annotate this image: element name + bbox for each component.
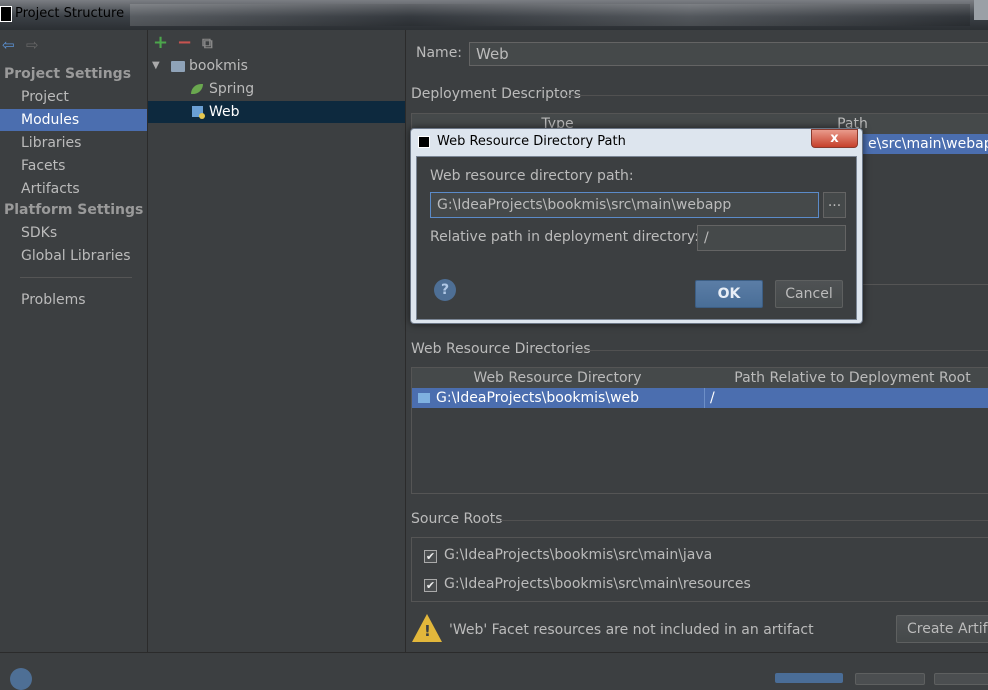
remove-icon[interactable]: − <box>177 32 192 53</box>
help-icon[interactable]: ? <box>434 279 456 301</box>
name-label: Name: <box>416 45 463 61</box>
source-roots-list: ✔ G:\IdeaProjects\bookmis\src\main\java … <box>411 537 988 602</box>
create-artifact-button[interactable]: Create Artifa <box>896 615 988 643</box>
window-title-bar: Project Structure <box>0 0 988 30</box>
intellij-app-icon <box>418 136 430 148</box>
source-root-checkbox[interactable]: ✔ <box>424 550 437 563</box>
path-label: Web resource directory path: <box>430 168 634 184</box>
cancel-button[interactable] <box>855 673 925 685</box>
group-divider <box>576 350 988 351</box>
tree-label-web: Web <box>209 104 240 120</box>
dialog-body: Web resource directory path: G:\IdeaProj… <box>416 156 857 320</box>
forward-arrow-icon[interactable]: ⇨ <box>26 36 39 54</box>
group-divider <box>566 95 988 96</box>
module-tree-panel: + − ⧉ ▼ bookmis Spring Web <box>148 30 406 652</box>
web-resource-path-dialog: Web Resource Directory Path x Web resour… <box>410 128 863 324</box>
web-resource-directories-title: Web Resource Directories <box>411 341 591 357</box>
group-divider <box>501 520 988 521</box>
folder-icon <box>418 393 430 403</box>
blurred-background <box>130 4 970 26</box>
column-header-web-resource-directory[interactable]: Web Resource Directory <box>412 368 704 388</box>
copy-icon[interactable]: ⧉ <box>202 34 213 52</box>
section-project-settings: Project Settings <box>4 66 132 82</box>
web-module-badge <box>199 113 205 119</box>
source-root-checkbox[interactable]: ✔ <box>424 579 437 592</box>
back-arrow-icon[interactable]: ⇦ <box>2 36 15 54</box>
sidebar-item-libraries[interactable]: Libraries <box>0 132 147 154</box>
dialog-bottom-bar <box>0 652 988 690</box>
window-title: Project Structure <box>15 6 125 21</box>
sidebar-item-sdks[interactable]: SDKs <box>0 222 147 244</box>
sidebar-item-modules[interactable]: Modules <box>0 109 147 131</box>
browse-button[interactable]: ... <box>823 192 846 218</box>
warning-icon-mark: ! <box>424 622 431 640</box>
tree-label-bookmis: bookmis <box>189 58 248 74</box>
sidebar-item-artifacts[interactable]: Artifacts <box>0 178 147 200</box>
relative-path-input[interactable]: / <box>697 225 846 251</box>
source-root-java: G:\IdeaProjects\bookmis\src\main\java <box>444 547 713 563</box>
sidebar-item-project[interactable]: Project <box>0 86 147 108</box>
warning-message: 'Web' Facet resources are not included i… <box>449 622 814 638</box>
section-platform-settings: Platform Settings <box>4 202 144 218</box>
web-resource-path-input[interactable]: G:\IdeaProjects\bookmis\src\main\webapp <box>430 192 819 218</box>
ok-button[interactable]: OK <box>695 280 763 308</box>
sidebar-divider <box>20 277 132 278</box>
table-row[interactable]: G:\IdeaProjects\bookmis\web / <box>412 388 988 408</box>
ok-button[interactable] <box>775 673 843 683</box>
web-resource-directories-table: Web Resource Directory Path Relative to … <box>411 367 988 494</box>
dialog-title: Web Resource Directory Path <box>437 134 626 149</box>
spring-leaf-icon <box>191 84 203 94</box>
source-roots-title: Source Roots <box>411 511 503 527</box>
relative-path-label: Relative path in deployment directory: <box>430 229 699 245</box>
sidebar-item-global-libraries[interactable]: Global Libraries <box>0 245 147 267</box>
settings-sidebar: ⇦ ⇨ Project Settings Project Modules Lib… <box>0 30 148 652</box>
tree-label-spring: Spring <box>209 81 255 97</box>
add-icon[interactable]: + <box>153 32 168 53</box>
column-header-relative-path[interactable]: Path Relative to Deployment Root <box>703 368 988 388</box>
module-detail-panel: Name: Web Deployment Descriptors Type Pa… <box>406 30 988 652</box>
apply-button[interactable] <box>934 673 988 685</box>
folder-icon <box>171 61 185 72</box>
cell-divider <box>704 388 705 408</box>
source-root-resources: G:\IdeaProjects\bookmis\src\main\resourc… <box>444 576 751 592</box>
tree-node-bookmis[interactable]: ▼ bookmis <box>148 55 405 77</box>
web-resource-directory-cell: G:\IdeaProjects\bookmis\web <box>436 390 640 406</box>
tree-node-web[interactable]: Web <box>148 101 405 123</box>
close-button[interactable]: x <box>811 129 858 148</box>
expand-arrow-icon[interactable]: ▼ <box>152 55 160 77</box>
tree-node-spring[interactable]: Spring <box>148 78 405 100</box>
name-field[interactable]: Web <box>469 42 988 66</box>
sidebar-item-facets[interactable]: Facets <box>0 155 147 177</box>
relative-path-cell: / <box>710 390 715 406</box>
help-icon[interactable] <box>10 668 32 690</box>
intellij-app-icon <box>0 6 12 22</box>
window-corner <box>974 0 988 20</box>
deployment-descriptors-title: Deployment Descriptors <box>411 86 582 102</box>
descriptor-path-cell: e\src\main\webapp <box>868 136 988 152</box>
sidebar-item-problems[interactable]: Problems <box>0 289 147 311</box>
cancel-button[interactable]: Cancel <box>775 280 843 308</box>
